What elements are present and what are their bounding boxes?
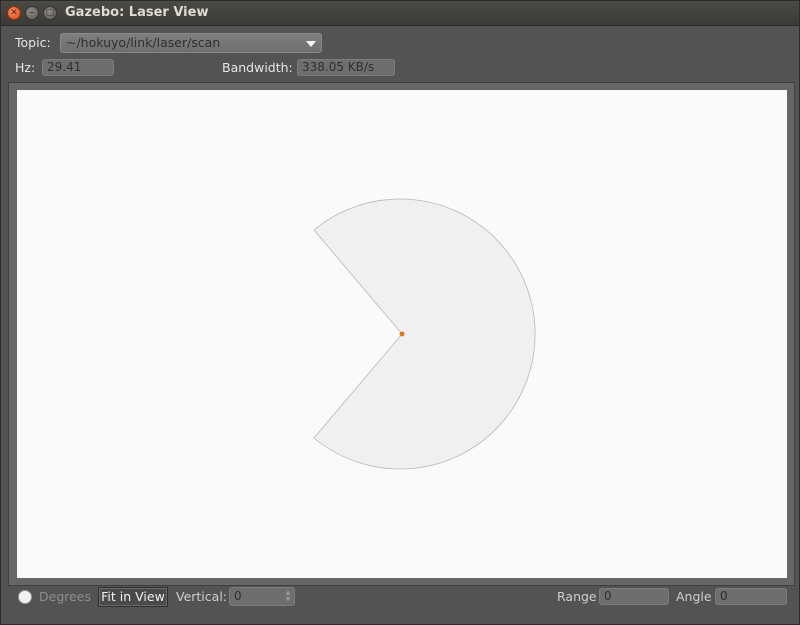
close-button[interactable]: ✕ — [7, 6, 21, 20]
maximize-icon: □ — [45, 8, 55, 18]
topic-dropdown-value: ~/hokuyo/link/laser/scan — [66, 35, 221, 50]
chevron-down-icon — [306, 41, 316, 47]
angle-value-field: 0 — [715, 588, 787, 605]
topic-label: Topic: — [15, 35, 51, 50]
vertical-spinbox[interactable]: 0 ▲ ▼ — [229, 587, 295, 606]
range-value-field: 0 — [599, 588, 669, 605]
degrees-radio[interactable] — [18, 590, 32, 604]
laser-scan-plot — [313, 198, 536, 470]
sensor-origin-marker — [399, 331, 405, 337]
vertical-label: Vertical: — [176, 589, 228, 604]
range-label: Range — [557, 589, 597, 604]
window-title: Gazebo: Laser View — [65, 5, 209, 20]
laser-scan-canvas[interactable] — [17, 90, 787, 578]
spin-arrows-icon[interactable]: ▲ ▼ — [284, 589, 292, 604]
title-bar[interactable]: ✕ – □ Gazebo: Laser View — [1, 1, 799, 26]
minimize-button[interactable]: – — [25, 6, 39, 20]
hz-label: Hz: — [15, 60, 36, 75]
maximize-button[interactable]: □ — [43, 6, 57, 20]
hz-value-field: 29.41 — [42, 59, 114, 76]
close-icon: ✕ — [10, 8, 18, 18]
angle-label: Angle — [676, 589, 712, 604]
bandwidth-value-field: 338.05 KB/s — [297, 59, 395, 76]
laser-scan-area — [313, 198, 536, 470]
degrees-label: Degrees — [39, 589, 92, 604]
fit-in-view-button[interactable]: Fit in View — [98, 587, 168, 607]
bandwidth-label: Bandwidth: — [222, 60, 293, 75]
vertical-value: 0 — [234, 589, 242, 603]
minimize-icon: – — [29, 8, 35, 18]
laser-view-window: ✕ – □ Gazebo: Laser View Topic: ~/hokuyo… — [0, 0, 800, 625]
topic-dropdown[interactable]: ~/hokuyo/link/laser/scan — [60, 33, 322, 53]
